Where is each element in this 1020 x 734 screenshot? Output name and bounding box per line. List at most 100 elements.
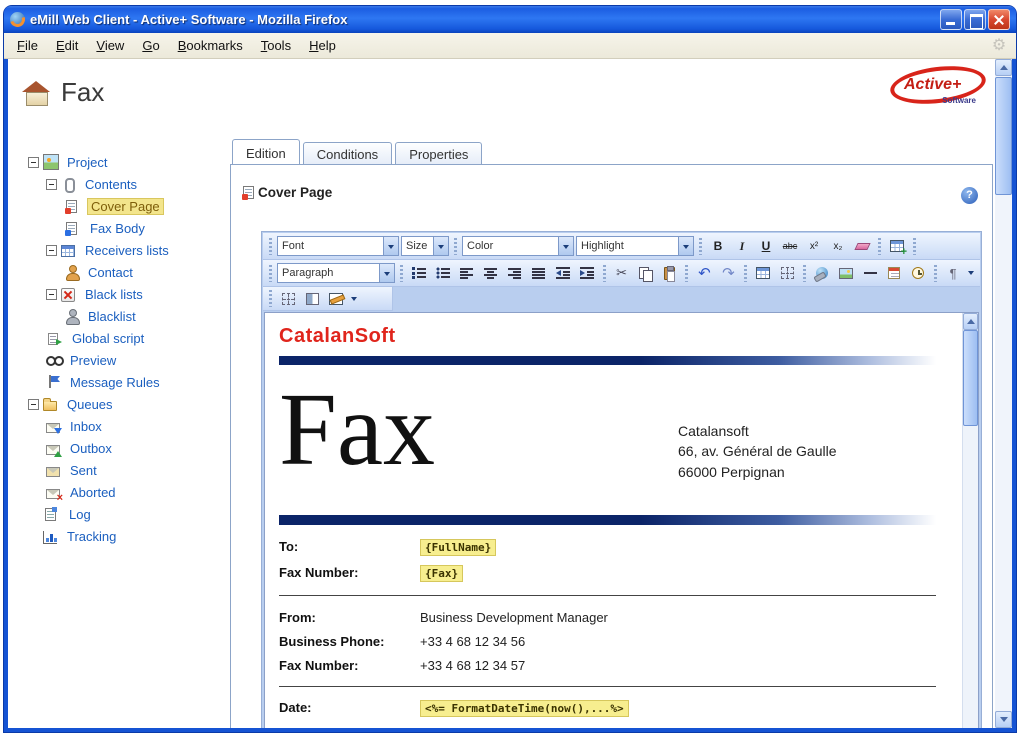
shading-button[interactable] xyxy=(301,288,323,310)
toolbar-grip[interactable] xyxy=(913,237,916,255)
font-select[interactable]: Font xyxy=(277,236,399,256)
sidebar-item-inbox[interactable]: Inbox xyxy=(14,415,230,437)
collapse-icon[interactable] xyxy=(46,244,57,256)
menu-edit[interactable]: Edit xyxy=(47,35,87,56)
sidebar-item-project[interactable]: Project xyxy=(14,151,230,173)
sidebar-item-receivers-lists[interactable]: Receivers lists xyxy=(14,239,230,261)
toolbar-grip[interactable] xyxy=(934,264,938,282)
sidebar-item-blacklist[interactable]: Blacklist xyxy=(14,305,230,327)
toolbar-grip[interactable] xyxy=(803,264,807,282)
title-bar[interactable]: eMill Web Client - Active+ Software - Mo… xyxy=(4,6,1016,33)
tab-conditions[interactable]: Conditions xyxy=(302,142,393,164)
toolbar-grip[interactable] xyxy=(878,237,881,255)
highlight-select[interactable]: Highlight xyxy=(576,236,694,256)
menu-go[interactable]: Go xyxy=(133,35,168,56)
copy-button[interactable] xyxy=(635,262,657,284)
draw-table-button[interactable] xyxy=(325,288,347,310)
align-center-button[interactable] xyxy=(480,262,502,284)
menu-bookmarks[interactable]: Bookmarks xyxy=(169,35,252,56)
sidebar-item-black-lists[interactable]: Black lists xyxy=(14,283,230,305)
date-token[interactable]: <%= FormatDateTime(now(),...%> xyxy=(420,700,629,717)
scroll-up-button[interactable] xyxy=(963,313,978,330)
close-button[interactable] xyxy=(988,9,1010,30)
toolbar-grip[interactable] xyxy=(685,264,689,282)
more-options-button[interactable] xyxy=(349,291,360,307)
paste-button[interactable] xyxy=(659,262,681,284)
sidebar-item-global-script[interactable]: Global script xyxy=(14,327,230,349)
insert-table-button[interactable] xyxy=(886,235,908,258)
color-select[interactable]: Color xyxy=(462,236,574,256)
sidebar-item-sent[interactable]: Sent xyxy=(14,459,230,481)
sidebar-item-aborted[interactable]: Aborted xyxy=(14,481,230,504)
paragraph-select[interactable]: Paragraph xyxy=(277,263,395,283)
table-properties-button[interactable] xyxy=(752,262,774,284)
superscript-button[interactable]: x² xyxy=(803,235,825,257)
chevron-down-icon[interactable] xyxy=(678,237,693,255)
chevron-down-icon[interactable] xyxy=(433,237,448,255)
sidebar-item-message-rules[interactable]: Message Rules xyxy=(14,371,230,393)
menu-view[interactable]: View xyxy=(87,35,133,56)
align-justify-button[interactable] xyxy=(528,262,550,284)
menu-tools[interactable]: Tools xyxy=(252,35,300,56)
insert-image-button[interactable] xyxy=(835,262,857,284)
border-style-button[interactable] xyxy=(277,288,299,310)
italic-button[interactable]: I xyxy=(731,235,753,257)
tab-properties[interactable]: Properties xyxy=(395,142,483,164)
toolbar-grip[interactable] xyxy=(602,264,606,282)
sidebar-item-tracking[interactable]: Tracking xyxy=(14,525,230,547)
sidebar-item-contents[interactable]: Contents xyxy=(14,173,230,195)
sidebar-item-outbox[interactable]: Outbox xyxy=(14,437,230,459)
toolbar-grip[interactable] xyxy=(699,237,702,255)
menu-help[interactable]: Help xyxy=(300,35,345,56)
sidebar-item-fax-body[interactable]: Fax Body xyxy=(14,217,230,239)
align-right-button[interactable] xyxy=(504,262,526,284)
cut-button[interactable]: ✂ xyxy=(611,262,633,284)
menu-file[interactable]: File xyxy=(8,35,47,56)
cell-borders-button[interactable] xyxy=(776,262,798,284)
insert-rule-button[interactable] xyxy=(859,262,881,284)
scroll-down-button[interactable] xyxy=(995,711,1012,728)
sidebar-item-contact[interactable]: Contact xyxy=(14,261,230,283)
chevron-down-icon[interactable] xyxy=(378,264,394,282)
help-icon[interactable] xyxy=(961,187,978,204)
fax-token[interactable]: {Fax} xyxy=(420,565,464,582)
undo-button[interactable]: ↶ xyxy=(693,262,715,284)
sidebar-item-log[interactable]: Log xyxy=(14,503,230,525)
align-left-button[interactable] xyxy=(456,262,478,284)
insert-link-button[interactable] xyxy=(811,262,833,284)
size-select[interactable]: Size xyxy=(401,236,449,256)
scrollbar-thumb[interactable] xyxy=(963,330,978,426)
collapse-icon[interactable] xyxy=(28,156,39,168)
chevron-down-icon[interactable] xyxy=(558,237,573,255)
scroll-up-button[interactable] xyxy=(995,59,1012,76)
numbered-list-button[interactable] xyxy=(408,262,430,284)
fullname-token[interactable]: {FullName} xyxy=(420,539,497,556)
insert-time-button[interactable] xyxy=(907,262,929,284)
collapse-icon[interactable] xyxy=(46,288,57,300)
sidebar-item-queues[interactable]: Queues xyxy=(14,393,230,415)
toolbar-grip[interactable] xyxy=(399,264,403,282)
clear-format-button[interactable] xyxy=(851,235,873,257)
sidebar-item-cover-page[interactable]: Cover Page xyxy=(14,195,230,217)
minimize-button[interactable] xyxy=(940,9,962,30)
underline-button[interactable]: U xyxy=(755,235,777,257)
decrease-indent-button[interactable] xyxy=(552,262,574,284)
subscript-button[interactable]: x₂ xyxy=(827,235,849,257)
sidebar-item-preview[interactable]: Preview xyxy=(14,349,230,371)
page-scrollbar[interactable] xyxy=(995,59,1012,728)
bold-button[interactable]: B xyxy=(707,235,729,257)
tab-edition[interactable]: Edition xyxy=(232,139,300,164)
strikethrough-button[interactable]: abc xyxy=(779,235,801,257)
collapse-icon[interactable] xyxy=(28,398,39,410)
collapse-icon[interactable] xyxy=(46,178,57,190)
toolbar-grip[interactable] xyxy=(454,237,457,255)
toolbar-grip[interactable] xyxy=(269,290,272,307)
editor-scrollbar[interactable] xyxy=(962,313,978,728)
toolbar-grip[interactable] xyxy=(269,237,272,255)
toolbar-grip[interactable] xyxy=(269,264,272,282)
fax-cover-document[interactable]: CatalanSoft Fax Catalansoft 66, av. Géné… xyxy=(265,313,962,728)
insert-date-button[interactable] xyxy=(883,262,905,284)
paragraph-mark-button[interactable]: ¶ xyxy=(942,262,964,284)
maximize-button[interactable] xyxy=(964,9,986,30)
toolbar-grip[interactable] xyxy=(744,264,748,282)
